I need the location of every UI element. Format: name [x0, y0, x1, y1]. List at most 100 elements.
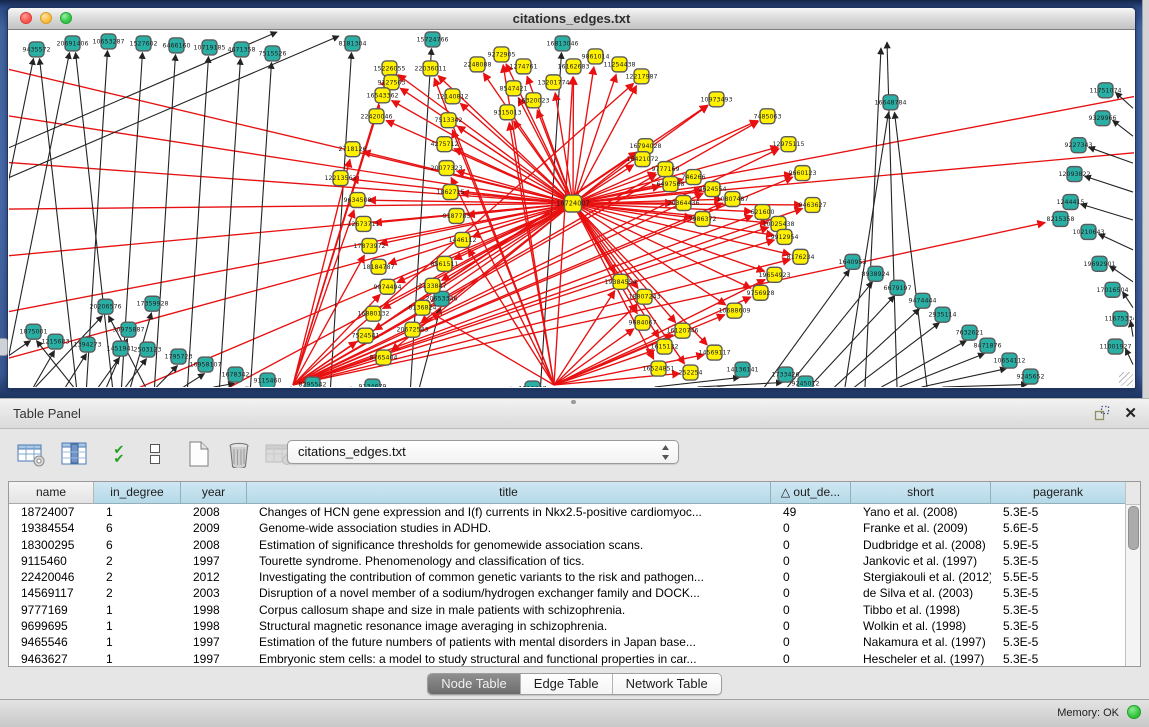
network-node[interactable]: 10973493: [700, 92, 732, 107]
network-node[interactable]: 15226055: [373, 61, 405, 76]
network-node[interactable]: 16162683: [557, 59, 589, 74]
table-selector[interactable]: citations_edges.txt: [287, 440, 679, 464]
column-header-title[interactable]: title: [247, 482, 771, 504]
network-node[interactable]: 1215683: [41, 334, 69, 349]
network-node[interactable]: 30975887: [112, 322, 144, 337]
network-node[interactable]: 1640953: [838, 254, 866, 269]
network-node[interactable]: 9474444: [908, 293, 936, 308]
table-row[interactable]: 946362711997Embryonic stem cells: a mode…: [9, 651, 1126, 667]
network-edge[interactable]: [398, 75, 573, 204]
network-node[interactable]: 20691406: [56, 36, 88, 51]
network-node[interactable]: 6679197: [883, 280, 911, 295]
network-edge[interactable]: [220, 58, 241, 387]
resize-grip-icon[interactable]: [1119, 372, 1133, 386]
network-edge[interactable]: [922, 369, 1007, 387]
table-mode-icon[interactable]: [14, 437, 48, 471]
network-node[interactable]: 7513342: [434, 113, 462, 128]
network-node[interactable]: 13201774: [537, 75, 569, 90]
network-edge[interactable]: [1116, 92, 1134, 108]
network-node[interactable]: 19692901: [1083, 256, 1115, 271]
panel-sash-handle[interactable]: [571, 400, 576, 404]
network-node[interactable]: 1678342: [221, 367, 249, 382]
network-node[interactable]: 1244415: [1056, 195, 1084, 210]
network-edge[interactable]: [34, 351, 55, 387]
network-node[interactable]: 12093822: [1058, 167, 1090, 182]
tab-network-table[interactable]: Network Table: [613, 674, 721, 694]
network-node[interactable]: 12213563: [324, 171, 356, 186]
network-node[interactable]: 11675334: [1104, 311, 1134, 326]
network-node[interactable]: 8938924: [861, 266, 889, 281]
network-node[interactable]: 17359928: [136, 296, 168, 311]
network-edge[interactable]: [251, 62, 272, 387]
tab-edge-table[interactable]: Edge Table: [521, 674, 613, 694]
delete-column-icon[interactable]: [222, 437, 256, 471]
network-node[interactable]: 9245652: [1016, 369, 1044, 384]
network-edge[interactable]: [293, 159, 350, 385]
network-node[interactable]: 8547421: [499, 81, 527, 96]
network-edge[interactable]: [1110, 266, 1134, 282]
network-edge[interactable]: [554, 335, 673, 385]
network-node[interactable]: 9660123: [788, 166, 816, 181]
column-header-name[interactable]: name: [9, 482, 94, 504]
network-node[interactable]: 12140812: [436, 89, 468, 104]
network-node[interactable]: 10210643: [1072, 224, 1104, 239]
network-node[interactable]: 2248088: [463, 57, 491, 72]
table-row[interactable]: 1830029562008Estimation of significance …: [9, 537, 1126, 553]
tab-node-table[interactable]: Node Table: [428, 674, 521, 694]
network-node[interactable]: 7524541: [351, 328, 379, 343]
network-node[interactable]: 1875001: [19, 324, 47, 339]
float-panel-icon[interactable]: [1094, 405, 1110, 421]
network-edge[interactable]: [1089, 147, 1134, 163]
network-node[interactable]: 8215358: [1046, 211, 1074, 226]
network-node[interactable]: 9329966: [1088, 111, 1116, 126]
column-header-year[interactable]: year: [181, 482, 247, 504]
network-node[interactable]: 7632621: [955, 325, 983, 340]
network-edge[interactable]: [573, 74, 616, 203]
column-header-pagerank[interactable]: pagerank: [991, 482, 1126, 504]
network-node[interactable]: 17016504: [1096, 282, 1128, 297]
network-edge[interactable]: [509, 123, 554, 385]
vertical-scrollbar[interactable]: [1125, 482, 1140, 666]
column-header-short[interactable]: short: [851, 482, 991, 504]
scrollbar-thumb[interactable]: [1128, 506, 1139, 550]
table-row[interactable]: 946554611997Estimation of the future num…: [9, 634, 1126, 650]
network-node[interactable]: 10653287: [92, 34, 124, 49]
network-node[interactable]: 9435572: [22, 42, 50, 57]
network-node[interactable]: 9134679: [358, 379, 386, 387]
network-edge[interactable]: [1081, 204, 1134, 220]
network-edge[interactable]: [184, 374, 205, 387]
network-node[interactable]: 2935114: [928, 307, 956, 322]
network-node[interactable]: 8471876: [973, 338, 1001, 353]
network-canvas[interactable]: 9435572206914061065328715276026466160107…: [9, 30, 1134, 387]
network-edge[interactable]: [943, 385, 1028, 387]
network-edge[interactable]: [9, 341, 31, 387]
network-edge[interactable]: [188, 56, 209, 387]
network-node[interactable]: 12217987: [625, 69, 657, 84]
table-row[interactable]: 1872400712008Changes of HCN gene express…: [9, 504, 1126, 520]
network-node[interactable]: 621600: [750, 205, 774, 220]
table-row[interactable]: 2242004622012Investigating the contribut…: [9, 569, 1126, 585]
create-column-icon[interactable]: [182, 437, 216, 471]
network-node[interactable]: 9315013: [493, 105, 521, 120]
hide-columns-boxes-icon[interactable]: [138, 437, 172, 471]
network-node[interactable]: 1527602: [129, 36, 157, 51]
network-edge[interactable]: [1085, 176, 1134, 192]
network-node[interactable]: 1446112: [448, 232, 476, 247]
network-node[interactable]: 252254: [678, 365, 702, 380]
network-node[interactable]: 7515526: [258, 46, 286, 61]
network-node[interactable]: 18184787: [362, 259, 394, 274]
network-edge[interactable]: [1131, 321, 1134, 337]
table-row[interactable]: 911546021997Tourette syndrome. Phenomeno…: [9, 553, 1126, 569]
network-node[interactable]: 16958107: [189, 357, 221, 372]
network-node[interactable]: 10719185: [193, 40, 225, 55]
table-row[interactable]: 977716911998Corpus callosum shape and si…: [9, 602, 1126, 618]
network-node[interactable]: 1274761: [509, 59, 537, 74]
network-node[interactable]: 12673711: [347, 216, 379, 231]
network-node[interactable]: 1615132: [650, 339, 678, 354]
column-header-out_degree[interactable]: △ out_de...: [771, 482, 851, 504]
network-node[interactable]: 8181304: [338, 36, 366, 51]
memory-ok-indicator[interactable]: [1127, 705, 1141, 719]
network-node[interactable]: 16421072: [626, 152, 658, 167]
network-node[interactable]: 9227343: [1064, 138, 1092, 153]
network-node[interactable]: 14569117: [698, 345, 730, 360]
